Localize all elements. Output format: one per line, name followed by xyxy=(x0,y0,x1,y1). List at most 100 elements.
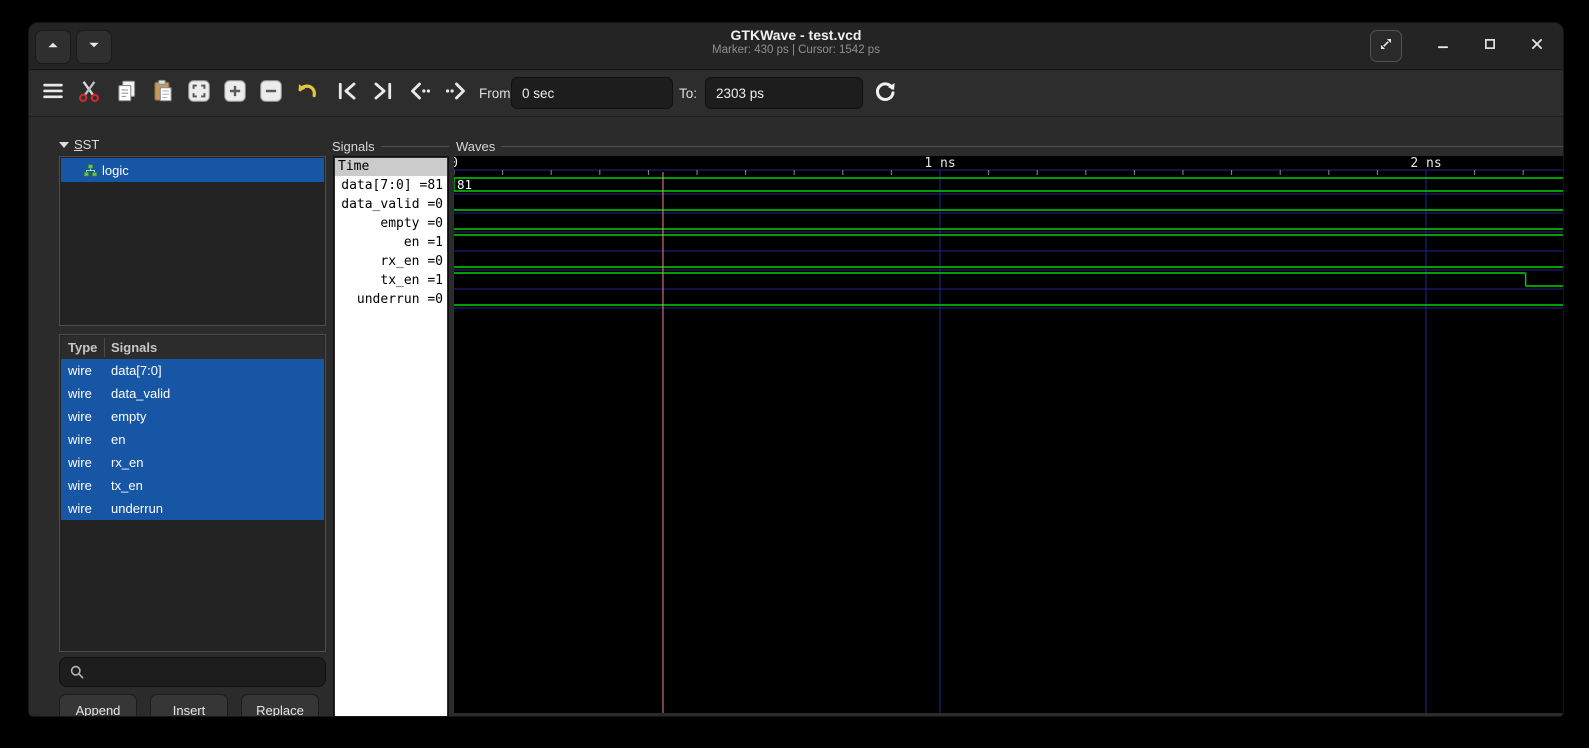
reload-icon xyxy=(872,78,898,109)
zoom-fit-button[interactable] xyxy=(183,76,215,110)
signal-name: empty xyxy=(111,405,146,428)
signal-table-row[interactable]: wireen xyxy=(61,428,324,451)
svg-text:2 ns: 2 ns xyxy=(1410,156,1441,171)
zoom-out-icon xyxy=(258,78,284,109)
signal-table-row[interactable]: wire rx_en xyxy=(61,451,324,474)
signal-value-row[interactable]: data_valid =0 xyxy=(335,195,447,214)
undo-icon xyxy=(294,78,320,109)
maximize-icon xyxy=(1479,33,1501,60)
signal-value-row[interactable]: empty =0 xyxy=(335,214,447,233)
replace-button[interactable]: Replace xyxy=(241,694,319,717)
scroll-down-icon xyxy=(83,34,105,61)
signals-frame-line xyxy=(381,146,449,147)
signal-type: wire xyxy=(68,474,92,497)
skip-to-start-button[interactable] xyxy=(331,76,363,110)
signal-type: wire xyxy=(68,405,92,428)
signal-name: underrun xyxy=(111,497,163,520)
signal-name: tx_en xyxy=(111,474,143,497)
maximize-button[interactable] xyxy=(1478,34,1502,58)
signal-type: wire xyxy=(68,497,92,520)
paste-button[interactable] xyxy=(147,76,179,110)
column-header-type[interactable]: Type xyxy=(68,336,97,359)
signal-table-row[interactable]: wire underrun xyxy=(61,497,324,520)
search-input[interactable] xyxy=(87,665,325,680)
scroll-up-button[interactable] xyxy=(35,30,71,64)
signal-type: wire xyxy=(68,451,92,474)
skip-to-end-button[interactable] xyxy=(367,76,399,110)
svg-text:0: 0 xyxy=(454,156,458,171)
zoom-out-button[interactable] xyxy=(255,76,287,110)
signal-value-row[interactable]: underrun =0 xyxy=(335,290,447,309)
undo-button[interactable] xyxy=(291,76,323,110)
signal-search-box[interactable] xyxy=(59,657,326,687)
menu-button[interactable] xyxy=(37,76,69,110)
time-header[interactable]: Time xyxy=(335,158,447,176)
titlebar: GTKWave - test.vcd Marker: 430 ps | Curs… xyxy=(29,23,1563,70)
sst-label: SST xyxy=(74,137,99,152)
signals-name-list[interactable]: Time data[7:0] =81data_valid =0empty =0e… xyxy=(335,158,447,717)
cut-icon xyxy=(76,78,102,109)
hierarchy-icon xyxy=(83,163,98,178)
zoom-fit-icon xyxy=(186,78,212,109)
minimize-button[interactable] xyxy=(1431,34,1455,58)
skip-to-end-icon xyxy=(370,78,396,109)
tree-item-logic[interactable]: logic xyxy=(61,158,324,182)
minimize-icon xyxy=(1432,33,1454,60)
signal-value-row[interactable]: rx_en =0 xyxy=(335,252,447,271)
cut-button[interactable] xyxy=(73,76,105,110)
shift-right-button[interactable] xyxy=(441,76,473,110)
waveform-svg: 0 1 ns 2 ns 81 xyxy=(454,156,1564,713)
signal-table-row[interactable]: wire data_valid xyxy=(61,382,324,405)
signal-value-row[interactable]: data[7:0] =81 xyxy=(335,176,447,195)
reload-button[interactable] xyxy=(869,76,901,110)
column-header-signals[interactable]: Signals xyxy=(111,336,157,359)
marker-cursor-status: Marker: 430 ps | Cursor: 1542 ps xyxy=(29,43,1563,57)
screenshot-stage: GTKWave - test.vcd Marker: 430 ps | Curs… xyxy=(0,0,1589,748)
sst-header[interactable]: SST xyxy=(59,137,99,152)
waves-frame-line xyxy=(501,146,1564,147)
window-controls xyxy=(1370,23,1549,69)
svg-text:81: 81 xyxy=(457,177,472,192)
close-icon xyxy=(1526,33,1548,60)
scroll-down-button[interactable] xyxy=(76,30,112,64)
close-button[interactable] xyxy=(1525,34,1549,58)
paste-icon xyxy=(150,78,176,109)
window-title: GTKWave - test.vcd xyxy=(29,27,1563,43)
signal-table-row[interactable]: wire empty xyxy=(61,405,324,428)
to-time-input[interactable] xyxy=(705,77,863,109)
signal-name: data[7:0] xyxy=(111,359,162,382)
signal-type: wire xyxy=(68,382,92,405)
expand-window-button[interactable] xyxy=(1370,30,1402,62)
signal-type: wire xyxy=(68,428,92,451)
signals-panel: Time data[7:0] =81data_valid =0empty =0e… xyxy=(333,156,449,717)
waves-panel-label: Waves xyxy=(456,139,495,154)
skip-to-start-icon xyxy=(334,78,360,109)
signal-table-row[interactable]: wiredata[7:0] xyxy=(61,359,324,382)
shift-left-icon xyxy=(406,78,432,109)
copy-icon xyxy=(114,78,140,109)
from-label: From: xyxy=(479,70,514,116)
zoom-in-button[interactable] xyxy=(219,76,251,110)
action-buttons: Append Insert Replace xyxy=(59,694,319,717)
gtkwave-window: GTKWave - test.vcd Marker: 430 ps | Curs… xyxy=(28,22,1564,717)
wave-canvas[interactable]: 0 1 ns 2 ns 81 xyxy=(454,156,1564,713)
sst-expander-icon xyxy=(59,142,69,148)
svg-text:1 ns: 1 ns xyxy=(924,156,955,171)
from-time-input[interactable] xyxy=(511,77,673,109)
to-label: To: xyxy=(679,70,697,116)
signal-name: data_valid xyxy=(111,382,170,405)
signal-name: rx_en xyxy=(111,451,144,474)
shift-left-button[interactable] xyxy=(403,76,435,110)
column-divider[interactable] xyxy=(104,338,105,357)
sst-tree-panel: logic xyxy=(59,156,326,326)
append-button[interactable]: Append xyxy=(59,694,137,717)
signal-value-row[interactable]: en =1 xyxy=(335,233,447,252)
shift-right-icon xyxy=(444,78,470,109)
zoom-in-icon xyxy=(222,78,248,109)
signal-name: en xyxy=(111,428,125,451)
signal-table-row[interactable]: wire tx_en xyxy=(61,474,324,497)
signal-value-row[interactable]: tx_en =1 xyxy=(335,271,447,290)
copy-button[interactable] xyxy=(111,76,143,110)
tree-item-label: logic xyxy=(102,163,129,178)
insert-button[interactable]: Insert xyxy=(150,694,228,717)
